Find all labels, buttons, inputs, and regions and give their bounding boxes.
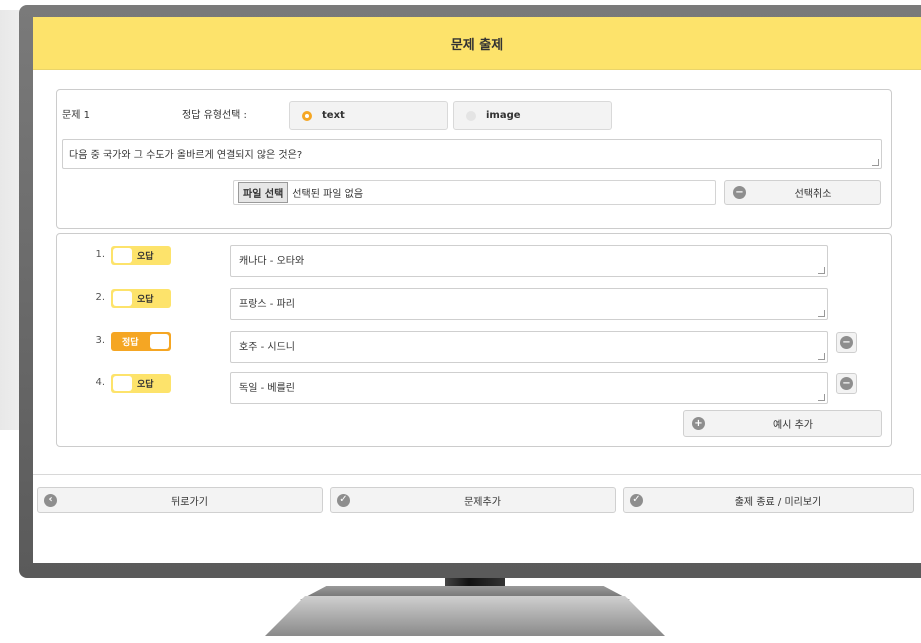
app-screen: 문제 출제 문제 1 정답 유형선택 : text image 다음 중 국가와… (33, 17, 921, 563)
option-text-field[interactable]: 호주 - 시드니 (230, 331, 828, 363)
question-text-field[interactable]: 다음 중 국가와 그 수도가 올바르게 연결되지 않은 것은? (62, 139, 882, 169)
resize-handle-icon[interactable] (818, 394, 825, 401)
radio-image-label: image (486, 110, 521, 121)
toggle-label: 정답 (122, 338, 139, 348)
option-text-field[interactable]: 독일 - 베를린 (230, 372, 828, 404)
add-example-label: 예시 추가 (773, 420, 813, 431)
page-title: 문제 출제 (33, 17, 921, 70)
cancel-selection-label: 선택취소 (794, 189, 832, 200)
file-input[interactable]: 파일 선택 선택된 파일 없음 (233, 180, 716, 205)
question-text: 다음 중 국가와 그 수도가 올바르게 연결되지 않은 것은? (69, 150, 303, 161)
options-panel: 1. 오답 캐나다 - 오타와 2. 오답 프랑스 - 파리 3. 정답 호주 … (56, 233, 892, 447)
cancel-selection-button[interactable]: − 선택취소 (724, 180, 881, 205)
option-text-field[interactable]: 캐나다 - 오타와 (230, 245, 828, 277)
back-label: 뒤로가기 (171, 496, 208, 508)
toggle-knob (113, 248, 132, 263)
option-number: 4. (95, 377, 105, 388)
minus-circle-icon: − (840, 336, 853, 349)
option-text: 프랑스 - 파리 (239, 299, 295, 310)
option-text: 호주 - 시드니 (239, 342, 295, 353)
resize-handle-icon[interactable] (818, 353, 825, 360)
toggle-label: 오답 (137, 252, 154, 262)
remove-option-button[interactable]: − (836, 373, 857, 394)
option-number: 1. (95, 249, 105, 260)
option-text-field[interactable]: 프랑스 - 파리 (230, 288, 828, 320)
answer-toggle[interactable]: 오답 (111, 246, 171, 265)
resize-handle-icon[interactable] (818, 310, 825, 317)
minus-circle-icon: − (733, 186, 746, 199)
answer-toggle[interactable]: 오답 (111, 374, 171, 393)
minus-circle-icon: − (840, 377, 853, 390)
radio-text-label: text (322, 110, 345, 121)
toggle-label: 오답 (137, 295, 154, 305)
option-text: 독일 - 베를린 (239, 383, 295, 394)
toggle-knob (113, 376, 132, 391)
option-text: 캐나다 - 오타와 (239, 256, 305, 267)
monitor-stand-base (265, 596, 665, 636)
finish-preview-label: 출제 종료 / 미리보기 (734, 496, 822, 508)
radio-image[interactable]: image (453, 101, 612, 130)
resize-handle-icon[interactable] (872, 159, 879, 166)
radio-unselected-icon (466, 110, 476, 121)
add-question-button[interactable]: ✓ 문제추가 (330, 487, 616, 513)
question-panel: 문제 1 정답 유형선택 : text image 다음 중 국가와 그 수도가… (56, 89, 892, 229)
plus-circle-icon: + (692, 417, 705, 430)
chevron-left-icon: ‹ (44, 493, 57, 507)
resize-handle-icon[interactable] (818, 267, 825, 274)
toggle-label: 오답 (137, 380, 154, 390)
footer-divider (33, 474, 921, 475)
add-question-label: 문제추가 (464, 496, 501, 508)
radio-selected-icon (302, 110, 312, 121)
file-status: 선택된 파일 없음 (292, 189, 364, 200)
answer-toggle[interactable]: 오답 (111, 289, 171, 308)
radio-text[interactable]: text (289, 101, 448, 130)
toggle-knob (150, 334, 169, 349)
check-circle-icon: ✓ (337, 493, 350, 507)
remove-option-button[interactable]: − (836, 332, 857, 353)
answer-toggle[interactable]: 정답 (111, 332, 171, 351)
option-number: 3. (95, 335, 105, 346)
answer-type-label: 정답 유형선택 : (182, 110, 247, 121)
back-button[interactable]: ‹ 뒤로가기 (37, 487, 323, 513)
file-select-button[interactable]: 파일 선택 (238, 182, 289, 203)
toggle-knob (113, 291, 132, 306)
add-example-button[interactable]: + 예시 추가 (683, 410, 882, 437)
question-label: 문제 1 (62, 110, 90, 121)
check-circle-icon: ✓ (630, 493, 643, 507)
finish-preview-button[interactable]: ✓ 출제 종료 / 미리보기 (623, 487, 914, 513)
option-number: 2. (95, 292, 105, 303)
